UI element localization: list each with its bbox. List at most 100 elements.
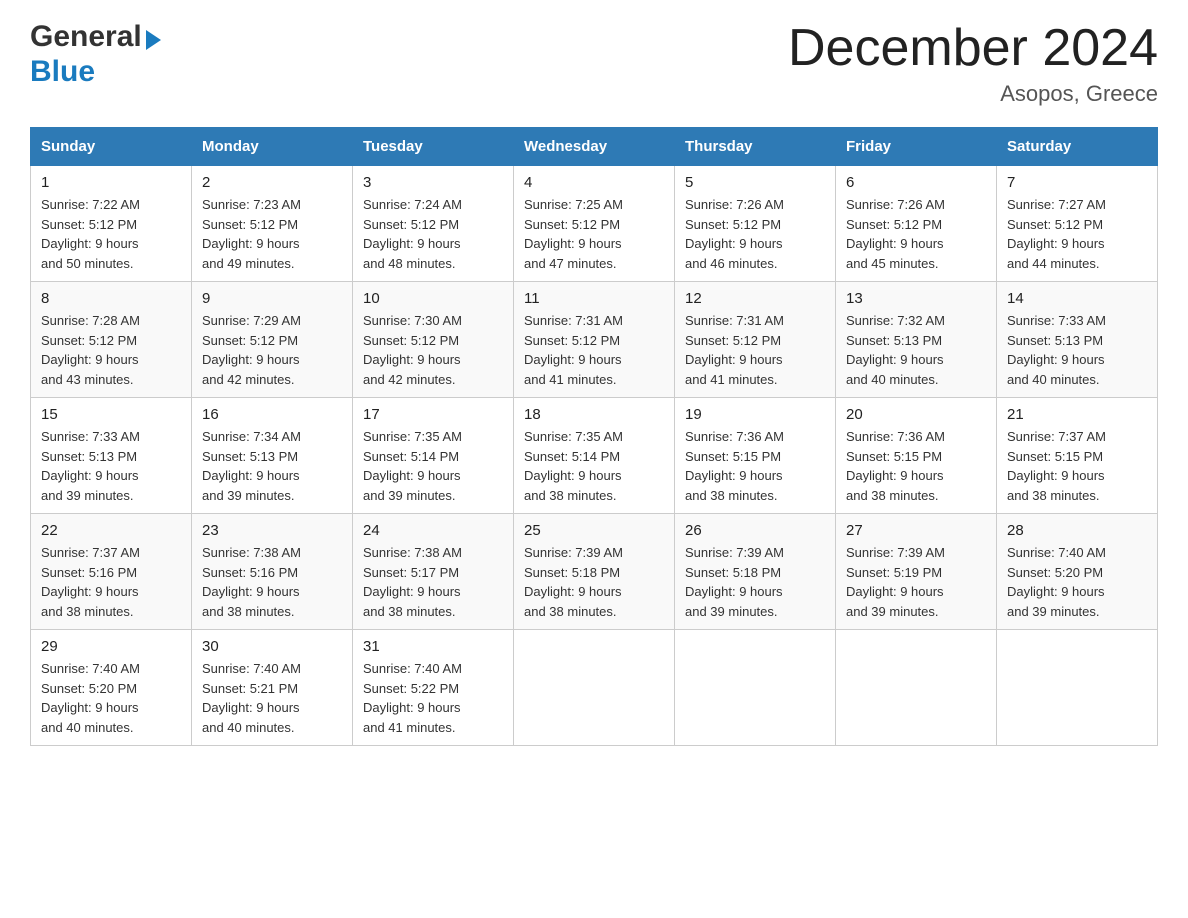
table-row: 16Sunrise: 7:34 AMSunset: 5:13 PMDayligh… (192, 398, 353, 514)
table-row (836, 630, 997, 746)
header-thursday: Thursday (675, 128, 836, 166)
header-tuesday: Tuesday (353, 128, 514, 166)
calendar-week-row: 15Sunrise: 7:33 AMSunset: 5:13 PMDayligh… (31, 398, 1158, 514)
table-row: 14 Sunrise: 7:33 AMSunset: 5:13 PMDayligh… (997, 282, 1158, 398)
header-friday: Friday (836, 128, 997, 166)
calendar-week-row: 1 Sunrise: 7:22 AMSunset: 5:12 PMDaylight… (31, 166, 1158, 282)
day-number: 24 (363, 522, 503, 539)
day-info: Sunrise: 7:39 AMSunset: 5:19 PMDaylight:… (846, 543, 986, 621)
day-number: 22 (41, 522, 181, 539)
day-number: 8 (41, 290, 181, 307)
logo-arrow-icon (146, 30, 161, 50)
day-number: 19 (685, 406, 825, 423)
day-info: Sunrise: 7:39 AMSunset: 5:18 PMDaylight:… (685, 543, 825, 621)
logo-general-text: General (30, 20, 142, 53)
day-info: Sunrise: 7:26 AMSunset: 5:12 PMDaylight:… (685, 195, 825, 273)
table-row: 30Sunrise: 7:40 AMSunset: 5:21 PMDayligh… (192, 630, 353, 746)
table-row: 22 Sunrise: 7:37 AMSunset: 5:16 PMDayligh… (31, 514, 192, 630)
table-row: 10Sunrise: 7:30 AMSunset: 5:12 PMDayligh… (353, 282, 514, 398)
day-info: Sunrise: 7:27 AMSunset: 5:12 PMDaylight:… (1007, 195, 1147, 273)
day-info: Sunrise: 7:40 AMSunset: 5:21 PMDaylight:… (202, 659, 342, 737)
day-number: 2 (202, 174, 342, 191)
table-row: 26 Sunrise: 7:39 AMSunset: 5:18 PMDayligh… (675, 514, 836, 630)
day-number: 1 (41, 174, 181, 191)
day-number: 7 (1007, 174, 1147, 191)
table-row: 4Sunrise: 7:25 AMSunset: 5:12 PMDaylight… (514, 166, 675, 282)
table-row: 25Sunrise: 7:39 AMSunset: 5:18 PMDayligh… (514, 514, 675, 630)
day-number: 31 (363, 638, 503, 655)
table-row: 24Sunrise: 7:38 AMSunset: 5:17 PMDayligh… (353, 514, 514, 630)
table-row: 12 Sunrise: 7:31 AMSunset: 5:12 PMDayligh… (675, 282, 836, 398)
table-row: 27 Sunrise: 7:39 AMSunset: 5:19 PMDayligh… (836, 514, 997, 630)
day-info: Sunrise: 7:31 AMSunset: 5:12 PMDaylight:… (524, 311, 664, 389)
day-number: 17 (363, 406, 503, 423)
day-info: Sunrise: 7:40 AMSunset: 5:20 PMDaylight:… (41, 659, 181, 737)
day-info: Sunrise: 7:22 AMSunset: 5:12 PMDaylight:… (41, 195, 181, 273)
day-info: Sunrise: 7:36 AMSunset: 5:15 PMDaylight:… (685, 427, 825, 505)
day-info: Sunrise: 7:32 AMSunset: 5:13 PMDaylight:… (846, 311, 986, 389)
table-row: 7 Sunrise: 7:27 AMSunset: 5:12 PMDaylight… (997, 166, 1158, 282)
day-number: 21 (1007, 406, 1147, 423)
day-number: 28 (1007, 522, 1147, 539)
table-row (675, 630, 836, 746)
calendar-table: Sunday Monday Tuesday Wednesday Thursday… (30, 127, 1158, 746)
day-info: Sunrise: 7:34 AMSunset: 5:13 PMDaylight:… (202, 427, 342, 505)
day-number: 14 (1007, 290, 1147, 307)
day-info: Sunrise: 7:37 AMSunset: 5:15 PMDaylight:… (1007, 427, 1147, 505)
calendar-subtitle: Asopos, Greece (788, 81, 1158, 107)
day-info: Sunrise: 7:35 AMSunset: 5:14 PMDaylight:… (363, 427, 503, 505)
table-row: 1 Sunrise: 7:22 AMSunset: 5:12 PMDaylight… (31, 166, 192, 282)
table-row: 15Sunrise: 7:33 AMSunset: 5:13 PMDayligh… (31, 398, 192, 514)
day-number: 29 (41, 638, 181, 655)
table-row: 13 Sunrise: 7:32 AMSunset: 5:13 PMDayligh… (836, 282, 997, 398)
day-number: 26 (685, 522, 825, 539)
header-monday: Monday (192, 128, 353, 166)
day-number: 9 (202, 290, 342, 307)
day-number: 20 (846, 406, 986, 423)
day-info: Sunrise: 7:38 AMSunset: 5:16 PMDaylight:… (202, 543, 342, 621)
day-info: Sunrise: 7:29 AMSunset: 5:12 PMDaylight:… (202, 311, 342, 389)
calendar-week-row: 8Sunrise: 7:28 AMSunset: 5:12 PMDaylight… (31, 282, 1158, 398)
day-info: Sunrise: 7:36 AMSunset: 5:15 PMDaylight:… (846, 427, 986, 505)
day-info: Sunrise: 7:35 AMSunset: 5:14 PMDaylight:… (524, 427, 664, 505)
day-number: 11 (524, 290, 664, 307)
day-number: 27 (846, 522, 986, 539)
day-info: Sunrise: 7:30 AMSunset: 5:12 PMDaylight:… (363, 311, 503, 389)
table-row (514, 630, 675, 746)
day-info: Sunrise: 7:40 AMSunset: 5:20 PMDaylight:… (1007, 543, 1147, 621)
day-info: Sunrise: 7:37 AMSunset: 5:16 PMDaylight:… (41, 543, 181, 621)
day-info: Sunrise: 7:39 AMSunset: 5:18 PMDaylight:… (524, 543, 664, 621)
header-sunday: Sunday (31, 128, 192, 166)
calendar-header-row: Sunday Monday Tuesday Wednesday Thursday… (31, 128, 1158, 166)
day-number: 13 (846, 290, 986, 307)
table-row: 21 Sunrise: 7:37 AMSunset: 5:15 PMDayligh… (997, 398, 1158, 514)
calendar-week-row: 22 Sunrise: 7:37 AMSunset: 5:16 PMDayligh… (31, 514, 1158, 630)
table-row: 23 Sunrise: 7:38 AMSunset: 5:16 PMDayligh… (192, 514, 353, 630)
table-row: 3Sunrise: 7:24 AMSunset: 5:12 PMDaylight… (353, 166, 514, 282)
day-info: Sunrise: 7:25 AMSunset: 5:12 PMDaylight:… (524, 195, 664, 273)
table-row: 19 Sunrise: 7:36 AMSunset: 5:15 PMDayligh… (675, 398, 836, 514)
table-row: 20 Sunrise: 7:36 AMSunset: 5:15 PMDayligh… (836, 398, 997, 514)
day-info: Sunrise: 7:33 AMSunset: 5:13 PMDaylight:… (1007, 311, 1147, 389)
table-row: 28 Sunrise: 7:40 AMSunset: 5:20 PMDayligh… (997, 514, 1158, 630)
table-row: 8Sunrise: 7:28 AMSunset: 5:12 PMDaylight… (31, 282, 192, 398)
day-number: 12 (685, 290, 825, 307)
day-number: 5 (685, 174, 825, 191)
day-info: Sunrise: 7:26 AMSunset: 5:12 PMDaylight:… (846, 195, 986, 273)
table-row: 29 Sunrise: 7:40 AMSunset: 5:20 PMDayligh… (31, 630, 192, 746)
table-row: 17 Sunrise: 7:35 AMSunset: 5:14 PMDayligh… (353, 398, 514, 514)
day-number: 18 (524, 406, 664, 423)
table-row: 6Sunrise: 7:26 AMSunset: 5:12 PMDaylight… (836, 166, 997, 282)
day-number: 23 (202, 522, 342, 539)
table-row: 18 Sunrise: 7:35 AMSunset: 5:14 PMDayligh… (514, 398, 675, 514)
table-row (997, 630, 1158, 746)
day-number: 3 (363, 174, 503, 191)
table-row: 11 Sunrise: 7:31 AMSunset: 5:12 PMDayligh… (514, 282, 675, 398)
day-info: Sunrise: 7:31 AMSunset: 5:12 PMDaylight:… (685, 311, 825, 389)
title-section: December 2024 Asopos, Greece (788, 20, 1158, 107)
table-row: 31 Sunrise: 7:40 AMSunset: 5:22 PMDayligh… (353, 630, 514, 746)
day-number: 15 (41, 406, 181, 423)
table-row: 9 Sunrise: 7:29 AMSunset: 5:12 PMDaylight… (192, 282, 353, 398)
day-info: Sunrise: 7:40 AMSunset: 5:22 PMDaylight:… (363, 659, 503, 737)
calendar-title: December 2024 (788, 20, 1158, 77)
